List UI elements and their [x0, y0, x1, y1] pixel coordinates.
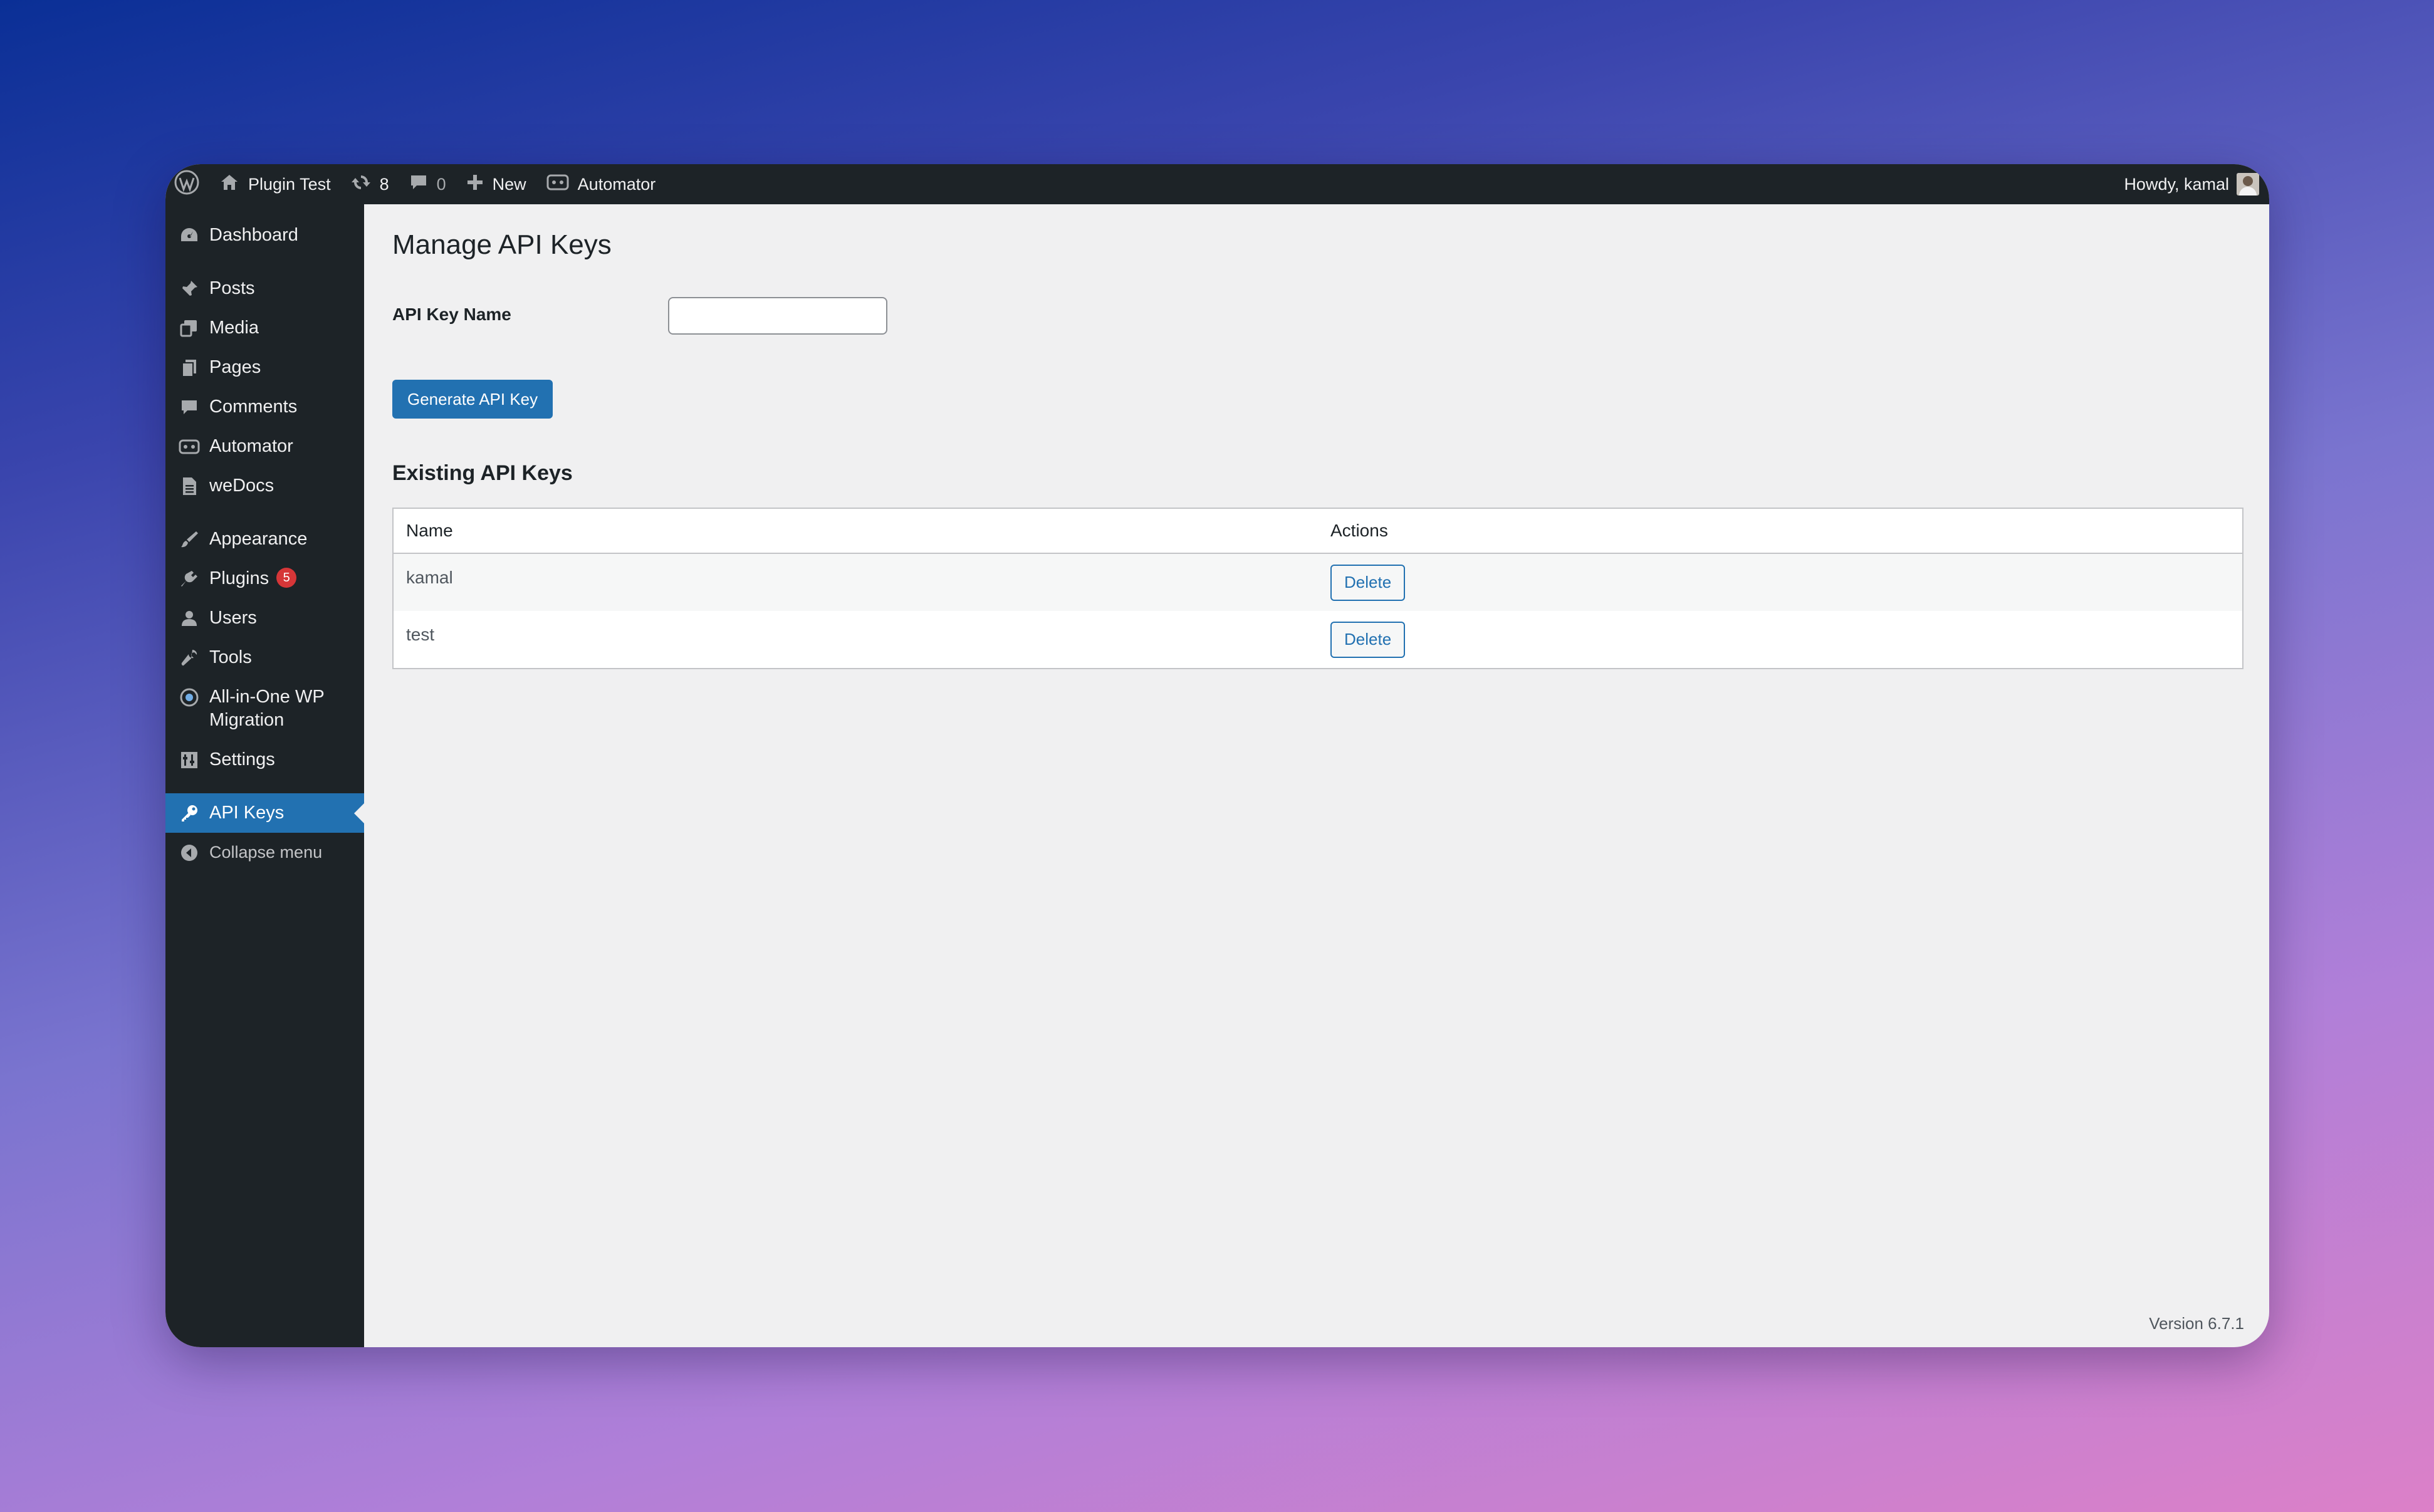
collapse-arrow-icon [178, 841, 201, 864]
main-content: Manage API Keys API Key Name Generate AP… [364, 204, 2269, 1347]
new-label: New [492, 174, 526, 194]
sidebar-item-label: Media [209, 318, 259, 338]
api-key-name-cell: test [406, 625, 435, 644]
table-row: test Delete [393, 611, 2243, 669]
column-header-name: Name [393, 508, 1318, 554]
pin-icon [178, 277, 201, 300]
paintbrush-icon [178, 528, 201, 551]
sidebar-item-all-in-one-wp-migration[interactable]: All-in-One WP Migration [165, 677, 364, 740]
api-keys-table: Name Actions kamal Delete test Delete [392, 508, 2243, 669]
table-row: kamal Delete [393, 553, 2243, 611]
admin-sidebar: Dashboard Posts Media Pages Comments Aut… [165, 204, 364, 1347]
wordpress-logo-menu[interactable] [165, 164, 209, 204]
sidebar-item-tools[interactable]: Tools [165, 638, 364, 677]
home-icon [219, 172, 239, 197]
plugins-update-badge: 5 [276, 568, 297, 588]
my-account-menu[interactable]: Howdy, kamal [2124, 173, 2269, 196]
wordpress-logo-icon [174, 170, 199, 199]
sidebar-item-wedocs[interactable]: weDocs [165, 466, 364, 506]
collapse-menu-button[interactable]: Collapse menu [165, 833, 364, 872]
sidebar-item-label: Posts [209, 278, 255, 298]
migration-icon [178, 686, 201, 709]
sidebar-item-comments[interactable]: Comments [165, 387, 364, 427]
sidebar-item-label: Plugins 5 [209, 567, 297, 590]
comment-icon [178, 395, 201, 419]
sidebar-item-label: Users [209, 608, 257, 628]
api-key-name-cell: kamal [393, 553, 1318, 611]
new-content-link[interactable]: New [456, 164, 536, 204]
greeting: Howdy, kamal [2124, 174, 2229, 194]
page-title: Manage API Keys [392, 229, 612, 260]
avatar [2237, 173, 2259, 196]
sidebar-item-label: weDocs [209, 476, 274, 496]
plus-icon [466, 174, 484, 196]
sidebar-item-appearance[interactable]: Appearance [165, 519, 364, 559]
updates-icon [351, 172, 371, 197]
media-icon [178, 316, 201, 340]
sidebar-item-plugins[interactable]: Plugins 5 [165, 559, 364, 598]
user-icon [178, 607, 201, 630]
browser-window: Plugin Test 8 0 New Automator Howdy, kam… [165, 164, 2269, 1347]
api-key-actions-cell: Delete [1318, 611, 2243, 669]
column-header-actions: Actions [1318, 508, 2243, 554]
sidebar-item-dashboard[interactable]: Dashboard [165, 216, 364, 255]
sidebar-item-label: Pages [209, 357, 261, 377]
updates-link[interactable]: 8 [341, 164, 399, 204]
comments-count: 0 [436, 174, 446, 194]
plugin-icon [178, 567, 201, 590]
automator-label: Automator [577, 174, 656, 194]
sidebar-item-api-keys[interactable]: API Keys [165, 793, 364, 833]
document-icon [178, 474, 201, 498]
site-name: Plugin Test [248, 174, 331, 194]
sidebar-item-label: API Keys [209, 803, 285, 823]
sidebar-item-label: Settings [209, 749, 275, 769]
sidebar-item-settings[interactable]: Settings [165, 740, 364, 779]
sidebar-item-users[interactable]: Users [165, 598, 364, 638]
wrench-icon [178, 646, 201, 669]
plugins-label: Plugins [209, 568, 269, 588]
site-name-link[interactable]: Plugin Test [209, 164, 341, 204]
api-key-actions-cell: Delete [1318, 553, 2243, 611]
sidebar-item-label: Dashboard [209, 225, 298, 245]
automator-link[interactable]: Automator [536, 164, 666, 204]
table-header-row: Name Actions [393, 508, 2243, 554]
existing-api-keys-heading: Existing API Keys [392, 461, 573, 485]
key-icon [178, 801, 201, 825]
wordpress-version: Version 6.7.1 [2149, 1314, 2244, 1333]
dashboard-icon [178, 224, 201, 247]
admin-bar: Plugin Test 8 0 New Automator Howdy, kam… [165, 164, 2269, 204]
pages-icon [178, 356, 201, 379]
robot-icon [178, 435, 201, 458]
sidebar-item-posts[interactable]: Posts [165, 269, 364, 308]
sidebar-item-label: All-in-One WP Migration [209, 687, 325, 730]
sidebar-item-automator[interactable]: Automator [165, 427, 364, 466]
robot-icon [546, 173, 569, 196]
comment-icon [409, 173, 428, 196]
sidebar-item-label: Appearance [209, 529, 308, 549]
comments-link[interactable]: 0 [399, 164, 456, 204]
sidebar-item-label: Tools [209, 647, 252, 667]
collapse-menu-label: Collapse menu [209, 843, 323, 862]
generate-api-key-button[interactable]: Generate API Key [392, 380, 553, 419]
settings-icon [178, 748, 201, 771]
api-key-name-input[interactable] [668, 297, 887, 335]
sidebar-item-label: Comments [209, 397, 298, 417]
api-key-name-label: API Key Name [392, 305, 511, 324]
sidebar-item-media[interactable]: Media [165, 308, 364, 348]
sidebar-item-label: Automator [209, 436, 293, 456]
updates-count: 8 [379, 174, 389, 194]
delete-button[interactable]: Delete [1330, 621, 1406, 658]
sidebar-item-pages[interactable]: Pages [165, 348, 364, 387]
delete-button[interactable]: Delete [1330, 564, 1406, 601]
